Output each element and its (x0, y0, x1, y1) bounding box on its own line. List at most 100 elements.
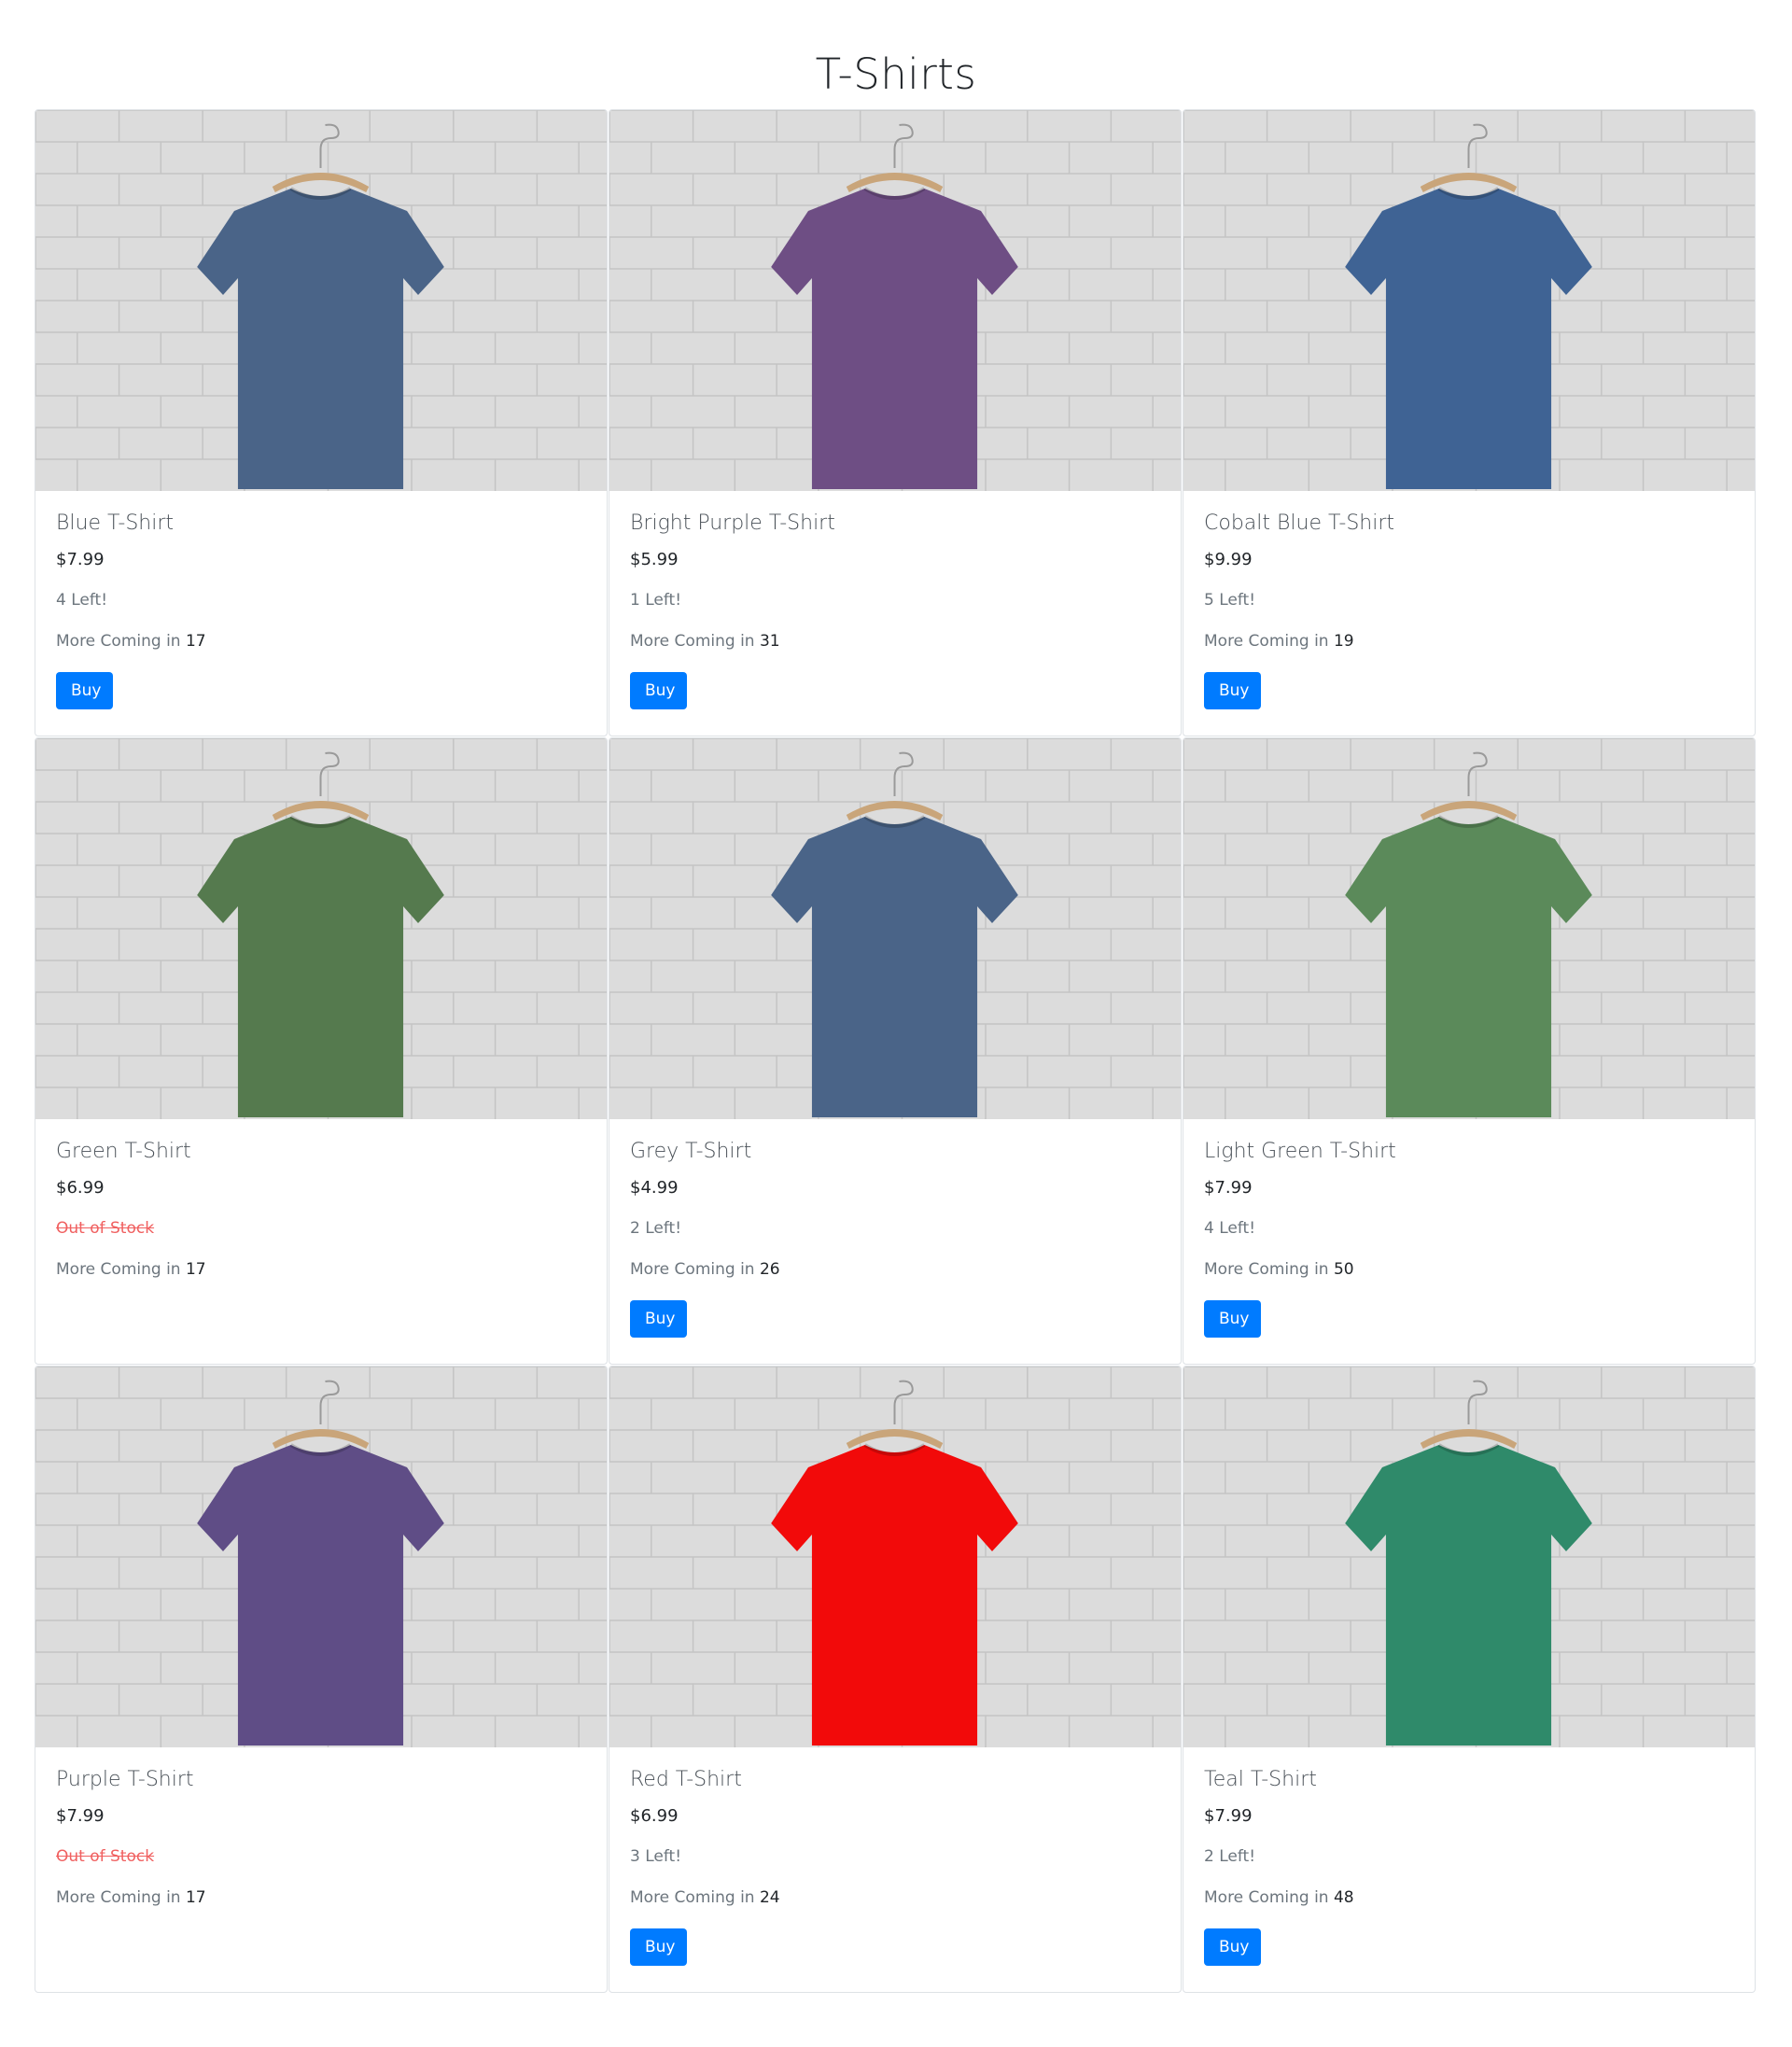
teal-tshirt-icon (1183, 1367, 1755, 1747)
product-image (1183, 738, 1755, 1119)
product-name: Blue T-Shirt (56, 512, 175, 535)
product-card-body: Grey T-Shirt $4.99 2 Left! More Coming i… (609, 1119, 1181, 1338)
stock-status: Out of Stock (56, 1847, 155, 1866)
restock-days: 17 (185, 1888, 206, 1907)
product-card: Teal T-Shirt $7.99 2 Left! More Coming i… (1183, 1366, 1756, 1993)
restock-label: More Coming in (630, 1888, 755, 1907)
product-card-body: Light Green T-Shirt $7.99 4 Left! More C… (1183, 1119, 1755, 1338)
product-card: Bright Purple T-Shirt $5.99 1 Left! More… (609, 109, 1182, 736)
buy-button[interactable]: Buy (56, 672, 113, 709)
product-name: Teal T-Shirt (1204, 1768, 1317, 1791)
grey-tshirt-icon (609, 738, 1181, 1119)
product-name: Grey T-Shirt (630, 1140, 752, 1163)
product-card: Red T-Shirt $6.99 3 Left! More Coming in… (609, 1366, 1182, 1993)
product-card: Blue T-Shirt $7.99 4 Left! More Coming i… (35, 109, 608, 736)
product-image (609, 1367, 1181, 1747)
cobalt-tshirt-icon (1183, 110, 1755, 491)
product-image (35, 110, 607, 491)
product-name: Purple T-Shirt (56, 1768, 194, 1791)
restock-label: More Coming in (1204, 1888, 1329, 1907)
product-price: $7.99 (56, 1806, 105, 1826)
product-price: $6.99 (630, 1806, 679, 1826)
restock-label: More Coming in (630, 632, 755, 651)
product-image (1183, 110, 1755, 491)
red-tshirt-icon (609, 1367, 1181, 1747)
product-price: $7.99 (1204, 1806, 1253, 1826)
page: T-Shirts Blue T-Shirt $7.99 4 Left! More… (0, 0, 1792, 2047)
restock-days: 26 (759, 1260, 780, 1279)
buy-button[interactable]: Buy (630, 1928, 687, 1966)
product-price: $7.99 (1204, 1178, 1253, 1198)
restock-info: More Coming in 31 (630, 631, 1160, 652)
product-card-body: Red T-Shirt $6.99 3 Left! More Coming in… (609, 1747, 1181, 1966)
product-image (35, 1367, 607, 1747)
buy-button[interactable]: Buy (1204, 1300, 1261, 1338)
product-card: Light Green T-Shirt $7.99 4 Left! More C… (1183, 737, 1756, 1365)
product-name: Green T-Shirt (56, 1140, 191, 1163)
restock-label: More Coming in (1204, 1260, 1329, 1279)
product-card-body: Cobalt Blue T-Shirt $9.99 5 Left! More C… (1183, 491, 1755, 709)
restock-days: 31 (759, 632, 780, 651)
restock-days: 17 (185, 632, 206, 651)
product-price: $9.99 (1204, 550, 1253, 569)
product-card-body: Teal T-Shirt $7.99 2 Left! More Coming i… (1183, 1747, 1755, 1966)
restock-info: More Coming in 19 (1204, 631, 1734, 652)
product-price: $6.99 (56, 1178, 105, 1198)
restock-label: More Coming in (1204, 632, 1329, 651)
product-image (1183, 1367, 1755, 1747)
green-tshirt-icon (35, 738, 607, 1119)
restock-days: 50 (1333, 1260, 1354, 1279)
restock-info: More Coming in 50 (1204, 1259, 1734, 1280)
product-name: Bright Purple T-Shirt (630, 512, 835, 535)
stock-status: 4 Left! (1204, 1219, 1256, 1238)
product-image (35, 738, 607, 1119)
product-name: Cobalt Blue T-Shirt (1204, 512, 1395, 535)
product-card: Grey T-Shirt $4.99 2 Left! More Coming i… (609, 737, 1182, 1365)
restock-info: More Coming in 17 (56, 1887, 586, 1908)
buy-button[interactable]: Buy (630, 1300, 687, 1338)
product-price: $7.99 (56, 550, 105, 569)
light-green-tshirt-icon (1183, 738, 1755, 1119)
stock-status: 2 Left! (630, 1219, 682, 1238)
restock-label: More Coming in (56, 1260, 181, 1279)
purple-tshirt-icon (609, 110, 1181, 491)
product-card: Purple T-Shirt $7.99 Out of Stock More C… (35, 1366, 608, 1993)
product-card: Green T-Shirt $6.99 Out of Stock More Co… (35, 737, 608, 1365)
restock-days: 48 (1333, 1888, 1354, 1907)
product-card: Cobalt Blue T-Shirt $9.99 5 Left! More C… (1183, 109, 1756, 736)
product-card-body: Blue T-Shirt $7.99 4 Left! More Coming i… (35, 491, 607, 709)
restock-days: 19 (1333, 632, 1354, 651)
product-card-body: Green T-Shirt $6.99 Out of Stock More Co… (35, 1119, 607, 1280)
buy-button[interactable]: Buy (1204, 672, 1261, 709)
restock-days: 24 (759, 1888, 780, 1907)
product-price: $4.99 (630, 1178, 679, 1198)
stock-status: 1 Left! (630, 591, 682, 610)
stock-status: 4 Left! (56, 591, 108, 610)
restock-label: More Coming in (56, 1888, 181, 1907)
product-price: $5.99 (630, 550, 679, 569)
restock-info: More Coming in 17 (56, 1259, 586, 1280)
product-name: Red T-Shirt (630, 1768, 742, 1791)
stock-status: 5 Left! (1204, 591, 1256, 610)
restock-days: 17 (185, 1260, 206, 1279)
restock-label: More Coming in (630, 1260, 755, 1279)
page-title: T-Shirts (815, 49, 977, 99)
buy-button[interactable]: Buy (630, 672, 687, 709)
stock-status: 2 Left! (1204, 1847, 1256, 1866)
stock-status: 3 Left! (630, 1847, 682, 1866)
product-card-body: Bright Purple T-Shirt $5.99 1 Left! More… (609, 491, 1181, 709)
restock-info: More Coming in 26 (630, 1259, 1160, 1280)
purple-tshirt-icon (35, 1367, 607, 1747)
restock-info: More Coming in 48 (1204, 1887, 1734, 1908)
product-name: Light Green T-Shirt (1204, 1140, 1396, 1163)
product-grid: Blue T-Shirt $7.99 4 Left! More Coming i… (35, 109, 1757, 1994)
blue-tshirt-icon (35, 110, 607, 491)
restock-label: More Coming in (56, 632, 181, 651)
product-image (609, 738, 1181, 1119)
buy-button[interactable]: Buy (1204, 1928, 1261, 1966)
restock-info: More Coming in 17 (56, 631, 586, 652)
stock-status: Out of Stock (56, 1219, 155, 1238)
product-card-body: Purple T-Shirt $7.99 Out of Stock More C… (35, 1747, 607, 1908)
restock-info: More Coming in 24 (630, 1887, 1160, 1908)
product-image (609, 110, 1181, 491)
